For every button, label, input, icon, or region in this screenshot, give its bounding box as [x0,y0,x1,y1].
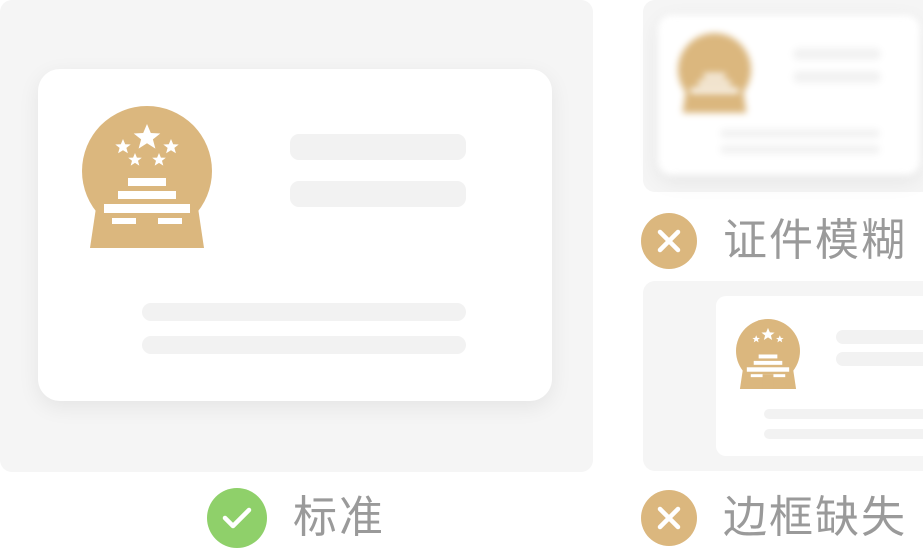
blurry-label-row: 证件模糊 [641,213,907,269]
standard-example-panel [0,0,593,472]
blurry-id-card [658,15,920,175]
number-placeholder-bar [720,129,880,138]
number-placeholder-bar [720,145,880,154]
number-placeholder-bar [142,336,466,354]
cross-icon [641,213,697,269]
missing-border-label-row: 边框缺失 [641,490,907,546]
missing-border-example-panel [643,281,923,471]
name-placeholder-bar [836,330,923,344]
number-placeholder-bar [764,429,923,439]
name-placeholder-bar [793,48,881,60]
national-emblem-icon [678,33,751,113]
standard-label: 标准 [293,492,385,543]
cross-icon [641,490,697,546]
id-photo-guidelines: 证件模糊 标准 边框缺失 [0,0,923,548]
cropped-id-card [716,296,923,456]
standard-id-card [38,69,552,401]
info-placeholder-bar [836,352,923,366]
national-emblem-icon [82,106,212,248]
standard-label-row: 标准 [207,488,385,548]
missing-border-label: 边框缺失 [723,492,907,543]
national-emblem-icon [736,319,800,389]
blurry-example-panel [643,0,923,192]
blurry-label: 证件模糊 [723,215,907,266]
number-placeholder-bar [764,409,923,419]
info-placeholder-bar [290,181,466,207]
name-placeholder-bar [290,134,466,160]
info-placeholder-bar [793,71,881,83]
check-icon [207,488,267,548]
number-placeholder-bar [142,303,466,321]
